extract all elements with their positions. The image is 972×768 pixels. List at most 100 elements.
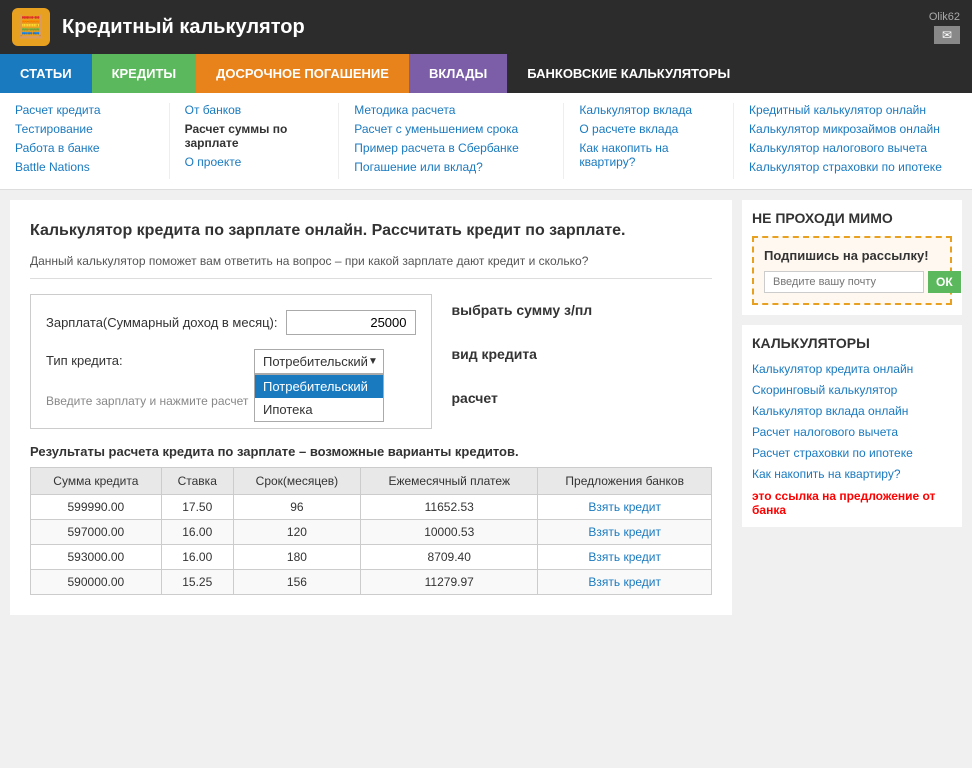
header-icon: 🧮 xyxy=(12,8,50,46)
newsletter-title: НЕ ПРОХОДИ МИМО xyxy=(752,210,952,226)
sidebar: НЕ ПРОХОДИ МИМО Подпишись на рассылку! О… xyxy=(742,200,962,615)
link-rashet-kredita[interactable]: Расчет кредита xyxy=(15,103,154,117)
header-username: Olik62 xyxy=(929,11,960,23)
link-rabota[interactable]: Работа в банке xyxy=(15,141,154,155)
nav-item-credits[interactable]: КРЕДИТЫ xyxy=(92,54,197,93)
dropdown-menu: Расчет кредита Тестирование Работа в бан… xyxy=(0,93,972,190)
form-side-labels: выбрать сумму з/пл вид кредита расчет xyxy=(452,294,593,406)
calculators-list: Калькулятор кредита онлайн Скоринговый к… xyxy=(752,361,952,481)
link-nalog-vychet[interactable]: Расчет налогового вычета xyxy=(752,425,898,439)
header: 🧮 Кредитный калькулятор Olik62 ✉ xyxy=(0,0,972,54)
newsletter-inner: Подпишись на рассылку! ОК xyxy=(752,236,952,305)
select-wrapper: Потребительский ▼ Потребительский Ипотек… xyxy=(254,349,384,374)
link-kvartira[interactable]: Как накопить на квартиру? xyxy=(752,467,901,481)
calculators-title: КАЛЬКУЛЯТОРЫ xyxy=(752,335,952,351)
link-testirovanie[interactable]: Тестирование xyxy=(15,122,154,136)
link-umenshenie[interactable]: Расчет с уменьшением срока xyxy=(354,122,548,136)
dropdown-col-3: Методика расчета Расчет с уменьшением ср… xyxy=(339,103,564,179)
table-row: 599990.00 17.50 96 11652.53 Взять кредит xyxy=(31,495,712,520)
newsletter-box: НЕ ПРОХОДИ МИМО Подпишись на рассылку! О… xyxy=(742,200,962,315)
salary-input[interactable] xyxy=(286,310,416,335)
cell-rate: 15.25 xyxy=(161,570,233,595)
cell-payment: 8709.40 xyxy=(361,545,538,570)
dropdown-col-4: Калькулятор вклада О расчете вклада Как … xyxy=(564,103,734,179)
link-kredit-calc[interactable]: Кредитный калькулятор онлайн xyxy=(749,103,957,117)
cell-amount: 597000.00 xyxy=(31,520,162,545)
list-item: Калькулятор кредита онлайн xyxy=(752,361,952,376)
cell-payment: 11279.97 xyxy=(361,570,538,595)
cell-amount: 593000.00 xyxy=(31,545,162,570)
col-amount: Сумма кредита xyxy=(31,468,162,495)
main-layout: Калькулятор кредита по зарплате онлайн. … xyxy=(0,190,972,625)
cell-rate: 16.00 xyxy=(161,520,233,545)
link-ot-bankov[interactable]: От банков xyxy=(185,103,324,117)
link-nalog[interactable]: Калькулятор налогового вычета xyxy=(749,141,957,155)
page-title: Калькулятор кредита по зарплате онлайн. … xyxy=(30,220,712,242)
link-microzaym[interactable]: Калькулятор микрозаймов онлайн xyxy=(749,122,957,136)
select-arrow-icon: ▼ xyxy=(368,356,378,367)
credit-type-dropdown: Потребительский Ипотека xyxy=(254,374,384,422)
dropdown-col-2: От банков Расчет суммы по зарплате О про… xyxy=(170,103,340,179)
list-item: Калькулятор вклада онлайн xyxy=(752,403,952,418)
cell-link[interactable]: Взять кредит xyxy=(538,545,712,570)
link-sberbank[interactable]: Пример расчета в Сбербанке xyxy=(354,141,548,155)
cell-link[interactable]: Взять кредит xyxy=(538,520,712,545)
newsletter-label: Подпишись на рассылку! xyxy=(764,248,940,263)
option-ipoteka[interactable]: Ипотека xyxy=(255,398,383,421)
nav-item-articles[interactable]: СТАТЬИ xyxy=(0,54,92,93)
nav-item-deposits[interactable]: ВКЛАДЫ xyxy=(409,54,507,93)
link-skoring[interactable]: Скоринговый калькулятор xyxy=(752,383,897,397)
bank-offer-link[interactable]: Взять кредит xyxy=(588,575,661,589)
link-o-raschete[interactable]: О расчете вклада xyxy=(579,122,718,136)
link-kredit-online[interactable]: Калькулятор кредита онлайн xyxy=(752,362,913,376)
bank-offer-link[interactable]: Взять кредит xyxy=(588,525,661,539)
list-item: Как накопить на квартиру? xyxy=(752,466,952,481)
col-payment: Ежемесячный платеж xyxy=(361,468,538,495)
link-battle-nations[interactable]: Battle Nations xyxy=(15,160,154,174)
cell-payment: 11652.53 xyxy=(361,495,538,520)
newsletter-ok-button[interactable]: ОК xyxy=(928,271,961,293)
option-potrebitelsky[interactable]: Потребительский xyxy=(255,375,383,398)
results-table: Сумма кредита Ставка Срок(месяцев) Ежеме… xyxy=(30,467,712,595)
cell-amount: 590000.00 xyxy=(31,570,162,595)
link-rashtet-summy[interactable]: Расчет суммы по зарплате xyxy=(185,122,324,150)
credit-type-label: Тип кредита: xyxy=(46,349,246,368)
link-ipoteka-strakhovka[interactable]: Расчет страховки по ипотеке xyxy=(752,446,913,460)
link-pogashenie[interactable]: Погашение или вклад? xyxy=(354,160,548,174)
dropdown-col-5: Кредитный калькулятор онлайн Калькулятор… xyxy=(734,103,972,179)
cell-term: 96 xyxy=(233,495,360,520)
results-title: Результаты расчета кредита по зарплате –… xyxy=(30,444,712,459)
link-nakopyt[interactable]: Как накопить на квартиру? xyxy=(579,141,718,169)
header-title: Кредитный калькулятор xyxy=(62,16,305,39)
list-item: Расчет налогового вычета xyxy=(752,424,952,439)
email-icon[interactable]: ✉ xyxy=(934,26,960,44)
nav-bar: СТАТЬИ КРЕДИТЫ ДОСРОЧНОЕ ПОГАШЕНИЕ ВКЛАД… xyxy=(0,54,972,93)
select-display[interactable]: Потребительский ▼ xyxy=(254,349,384,374)
salary-label: Зарплата(Суммарный доход в месяц): xyxy=(46,315,278,330)
link-metodika[interactable]: Методика расчета xyxy=(354,103,548,117)
calc-form: Зарплата(Суммарный доход в месяц): Тип к… xyxy=(30,294,432,429)
link-vklad-online[interactable]: Калькулятор вклада онлайн xyxy=(752,404,908,418)
nav-item-bank-calculators[interactable]: БАНКОВСКИЕ КАЛЬКУЛЯТОРЫ xyxy=(507,54,972,93)
link-o-proekte[interactable]: О проекте xyxy=(185,155,324,169)
cell-payment: 10000.53 xyxy=(361,520,538,545)
table-row: 593000.00 16.00 180 8709.40 Взять кредит xyxy=(31,545,712,570)
cell-link[interactable]: Взять кредит xyxy=(538,570,712,595)
form-hint: Введите зарплату и нажмите расчет xyxy=(46,394,248,408)
newsletter-email-input[interactable] xyxy=(764,271,924,293)
newsletter-input-row: ОК xyxy=(764,271,940,293)
dropdown-col-1: Расчет кредита Тестирование Работа в бан… xyxy=(0,103,170,179)
credit-type-row: Тип кредита: Потребительский ▼ Потребите… xyxy=(46,349,416,374)
table-row: 597000.00 16.00 120 10000.53 Взять креди… xyxy=(31,520,712,545)
header-right: Olik62 ✉ xyxy=(929,11,960,44)
cell-amount: 599990.00 xyxy=(31,495,162,520)
salary-row: Зарплата(Суммарный доход в месяц): xyxy=(46,310,416,335)
link-kalkulator-vklada[interactable]: Калькулятор вклада xyxy=(579,103,718,117)
link-strakhovka[interactable]: Калькулятор страховки по ипотеке xyxy=(749,160,957,174)
nav-item-early-payment[interactable]: ДОСРОЧНОЕ ПОГАШЕНИЕ xyxy=(196,54,409,93)
bank-offer-link[interactable]: Взять кредит xyxy=(588,550,661,564)
col-offers: Предложения банков xyxy=(538,468,712,495)
bank-offer-link[interactable]: Взять кредит xyxy=(588,500,661,514)
cell-link[interactable]: Взять кредит xyxy=(538,495,712,520)
side-hint-label: расчет xyxy=(452,390,593,406)
